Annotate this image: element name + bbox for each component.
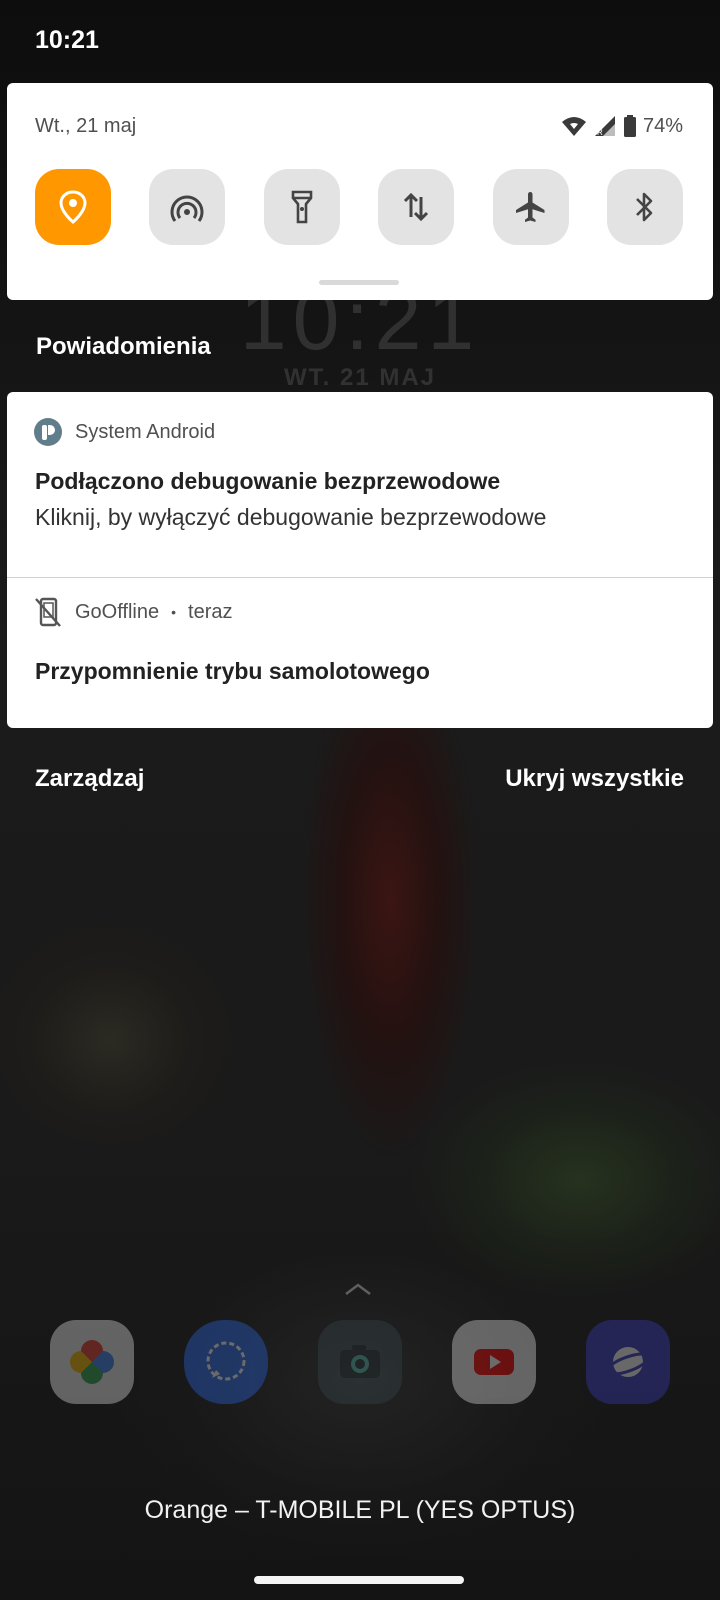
notification-title: Przypomnienie trybu samolotowego [35,658,430,684]
tile-airplane-mode[interactable] [492,169,569,245]
qs-tiles [35,169,683,245]
lockscreen-date: WT. 21 MAJ [283,364,437,391]
cellular-signal-icon: R [594,116,615,137]
youtube-icon [474,1349,514,1375]
qs-status-icons: R 74% [561,112,683,140]
notifications-card: System Android Podłączono debugowanie be… [7,392,713,728]
notification-gooffline[interactable]: GoOffline • teraz Przypomnienie trybu sa… [7,578,713,728]
tile-location[interactable] [35,169,111,245]
location-pin-icon [59,190,87,224]
wifi-icon [561,117,586,136]
tile-bluetooth[interactable] [606,169,683,245]
android-system-icon [34,418,62,446]
dock-app-youtube[interactable] [452,1320,536,1404]
tile-hotspot[interactable] [149,169,226,245]
airplane-icon [515,192,545,222]
flashlight-icon [291,190,313,224]
dock-app-signal[interactable] [184,1320,268,1404]
samsung-internet-icon [605,1347,651,1377]
signal-icon [206,1341,246,1381]
separator-dot: • [171,604,177,620]
notification-header: System Android [33,416,215,448]
swipe-up-chevron-icon [345,1283,371,1295]
qs-date[interactable]: Wt., 21 maj [35,115,136,138]
hotspot-icon [170,195,204,222]
quick-settings-panel: Wt., 21 maj R 74% [7,83,713,300]
dock-app-camera[interactable] [318,1320,402,1404]
data-arrows-icon [404,192,429,222]
dock-app-internet[interactable] [586,1320,670,1404]
google-photos-icon [70,1340,114,1384]
notification-header: GoOffline • teraz [33,596,233,628]
dismiss-all-button[interactable]: Ukryj wszystkie [505,765,684,793]
tile-mobile-data[interactable] [378,169,455,245]
battery-icon [623,115,636,137]
app-dock [50,1320,670,1406]
dock-app-photos[interactable] [50,1320,134,1404]
notification-system-android[interactable]: System Android Podłączono debugowanie be… [7,392,713,577]
svg-text:R: R [597,128,603,137]
notification-title: Podłączono debugowanie bezprzewodowe [35,468,501,494]
carrier-label: Orange – T-MOBILE PL (YES OPTUS) [144,1496,576,1524]
camera-icon [340,1345,380,1378]
manage-notifications-button[interactable]: Zarządzaj [35,765,144,793]
home-indicator[interactable] [254,1576,464,1584]
battery-percentage: 74% [642,114,683,137]
tile-flashlight[interactable] [263,169,340,245]
notification-app-name: GoOffline [75,600,160,623]
qs-drag-handle[interactable] [319,280,399,285]
bluetooth-icon [636,192,653,222]
notification-app-name: System Android [75,420,216,443]
notification-time: teraz [188,600,233,623]
status-bar-time: 10:21 [35,26,99,54]
notifications-section-title: Powiadomienia [36,333,211,360]
notification-text: Kliknij, by wyłączyć debugowanie bezprze… [35,504,547,530]
phone-offline-icon [35,597,61,627]
